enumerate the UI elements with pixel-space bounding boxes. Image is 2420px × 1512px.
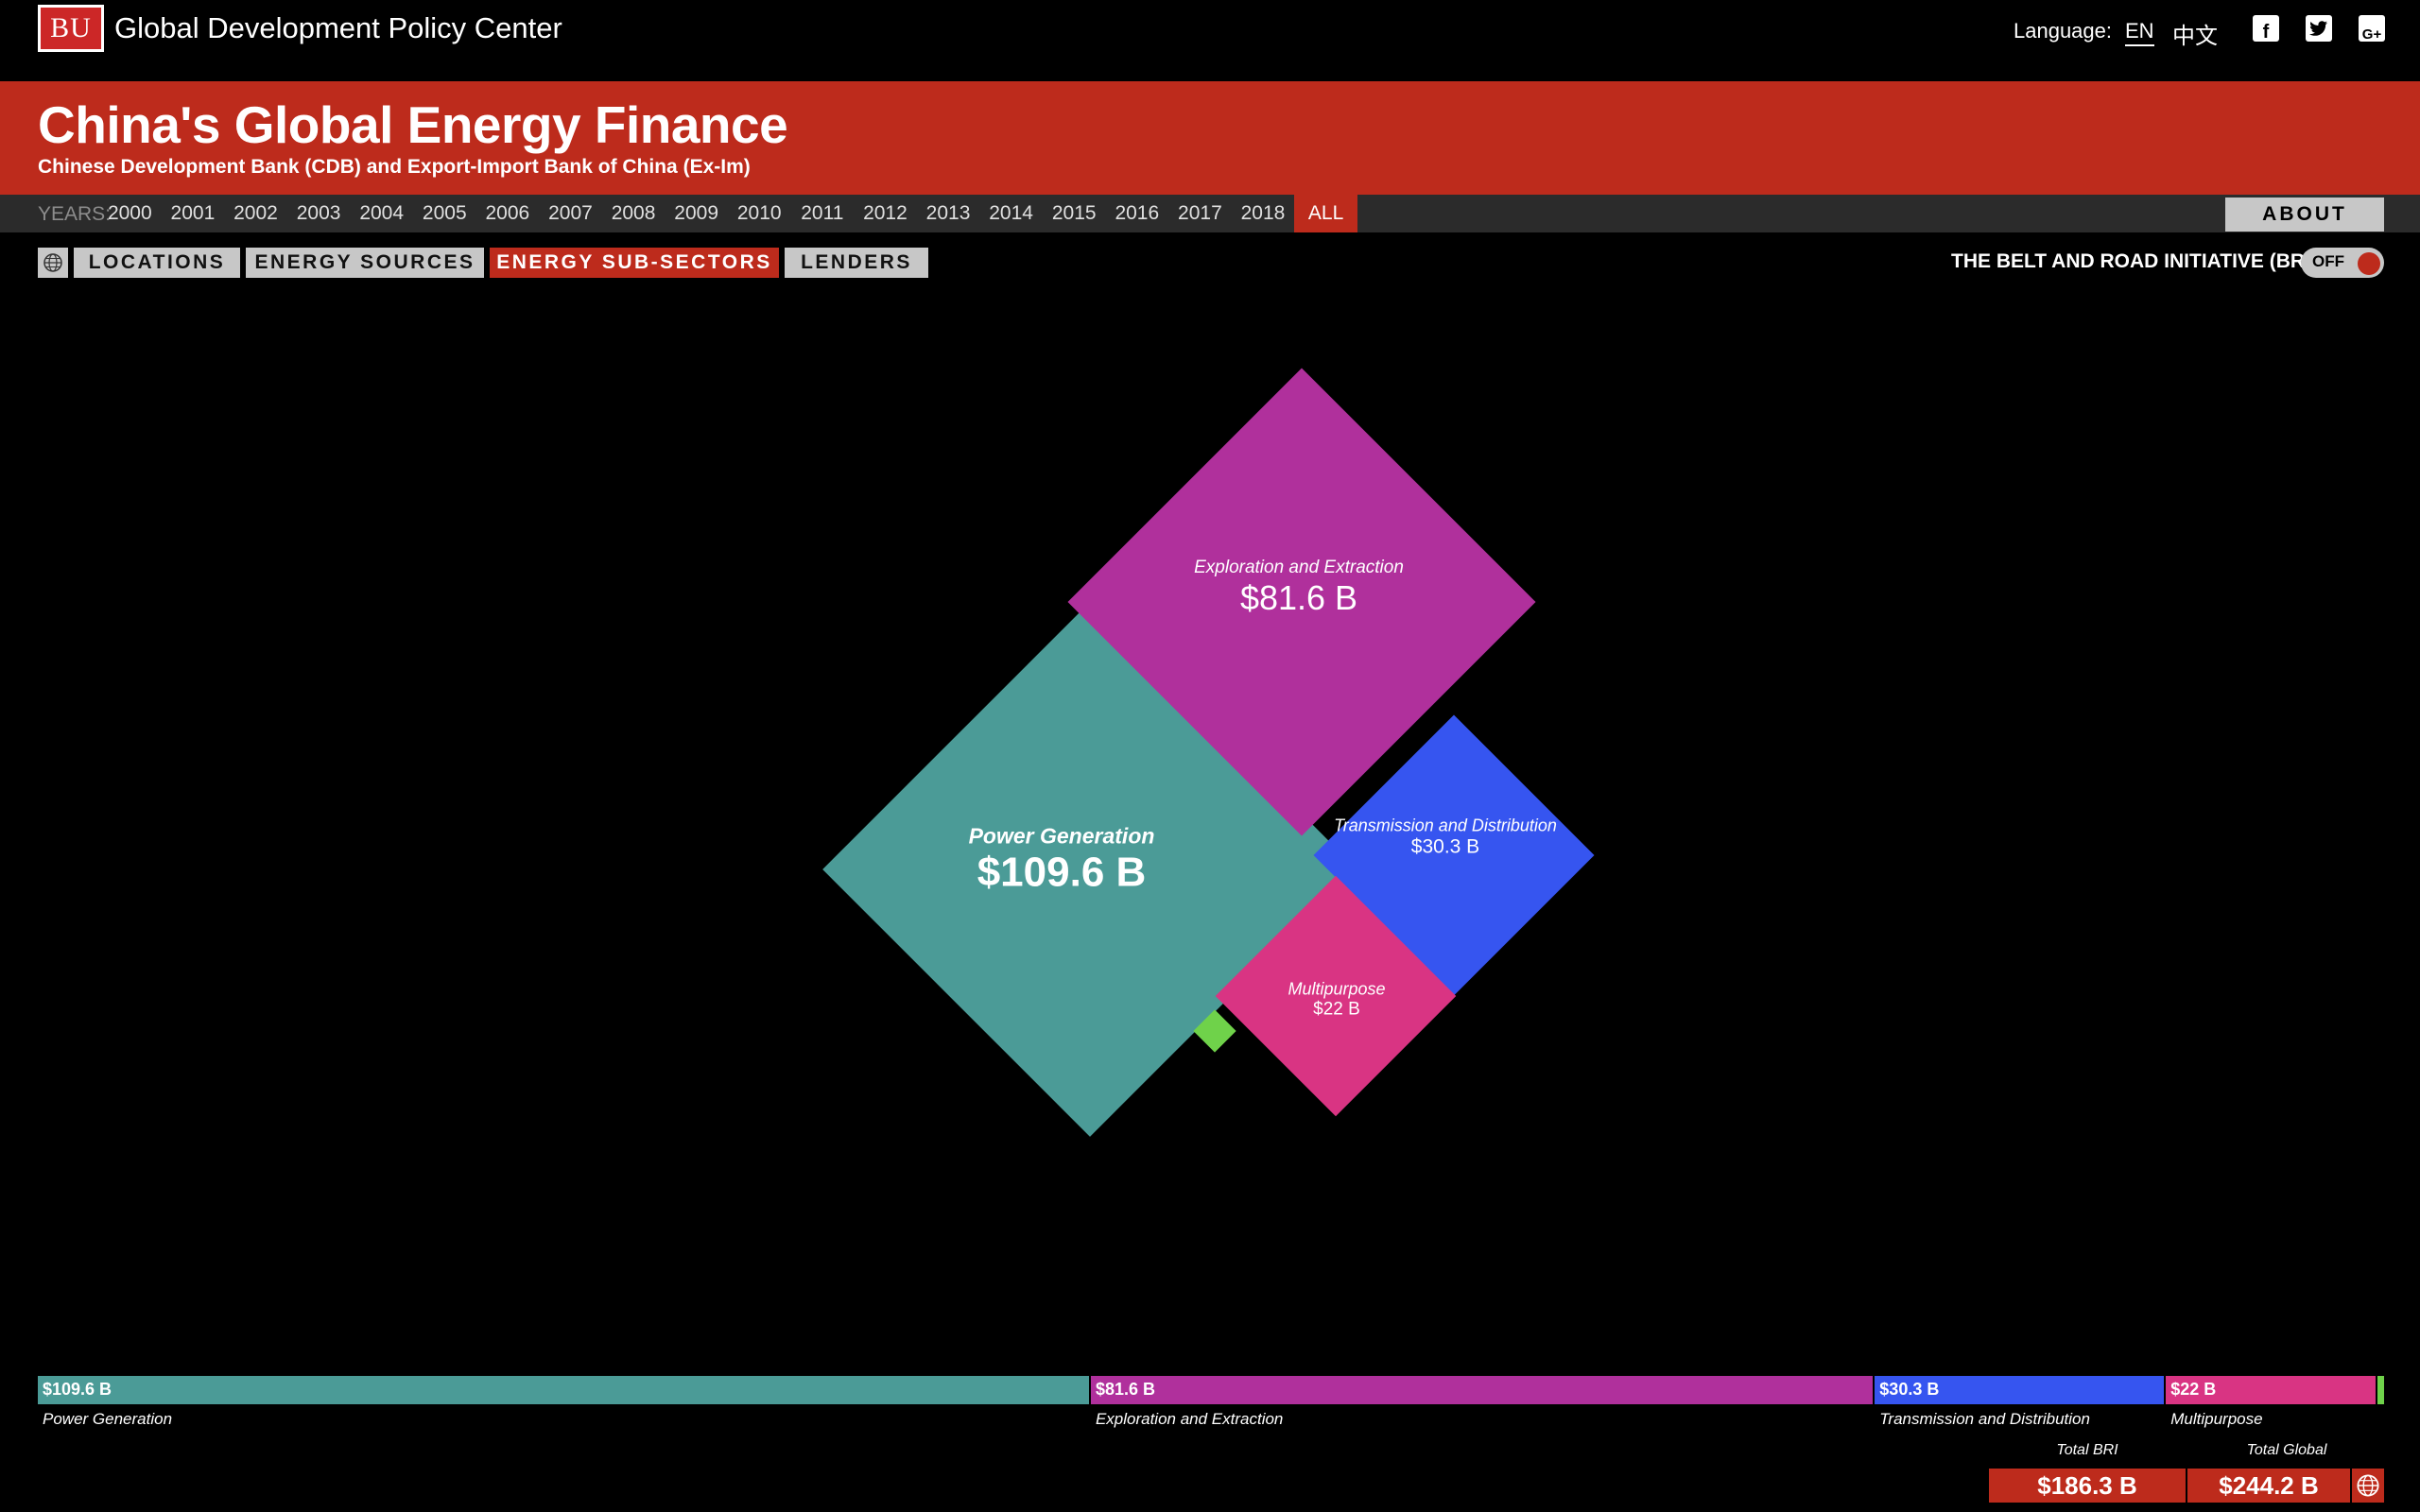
sector-value: $81.6 B (1239, 578, 1358, 617)
about-button[interactable]: ABOUT (2225, 198, 2384, 232)
sector-value: $109.6 B (977, 849, 1147, 896)
language-label: Language: (2014, 19, 2112, 43)
sector-value: $30.3 B (1410, 835, 1480, 858)
bar-segment[interactable]: $30.3 B Transmission and Distribution (1875, 1376, 2167, 1428)
bar-segment-value: $81.6 B (1095, 1380, 1155, 1399)
year-2018[interactable]: 2018 (1232, 195, 1295, 232)
bri-label: THE BELT AND ROAD INITIATIVE (BRI) (1951, 250, 2317, 272)
page-subtitle: Chinese Development Bank (CDB) and Expor… (38, 156, 751, 178)
bar-segment-name: Transmission and Distribution (1879, 1410, 2090, 1428)
year-2011[interactable]: 2011 (791, 195, 855, 232)
bar-segment[interactable] (2377, 1376, 2384, 1404)
globe-icon[interactable] (2352, 1469, 2384, 1503)
tab-locations[interactable]: LOCATIONS (74, 248, 240, 278)
total-bri-value[interactable]: $186.3 B (1989, 1469, 2186, 1503)
sector-label-multipurpose: Multipurpose $22 B (1288, 980, 1385, 1021)
googleplus-icon[interactable]: G+ (2359, 15, 2385, 42)
year-2015[interactable]: 2015 (1043, 195, 1106, 232)
facebook-icon[interactable]: f (2253, 15, 2279, 42)
language-zh-link[interactable]: 中文 (2172, 17, 2218, 50)
bar-segment-name: Multipurpose (2170, 1410, 2263, 1428)
year-2001[interactable]: 2001 (162, 195, 225, 232)
bar-segment[interactable]: $22 B Multipurpose (2166, 1376, 2377, 1428)
sector-label-power-generation: Power Generation $109.6 B (969, 824, 1155, 897)
bri-toggle[interactable]: OFF (2301, 248, 2384, 278)
top-bar: BU Global Development Policy Center Lang… (0, 0, 2420, 81)
sector-label-transmission-distribution: Transmission and Distribution $30.3 B (1334, 816, 1557, 859)
bar-segment-name: Power Generation (43, 1410, 173, 1428)
bar-segment-value: $22 B (2170, 1380, 2217, 1399)
tab-energy-sources[interactable]: ENERGY SOURCES (246, 248, 484, 278)
sector-name: Multipurpose (1288, 979, 1386, 999)
bar-segment-name: Exploration and Extraction (1095, 1410, 1284, 1428)
year-2017[interactable]: 2017 (1168, 195, 1232, 232)
bu-logo[interactable]: BU (38, 5, 104, 52)
year-2003[interactable]: 2003 (287, 195, 351, 232)
year-2016[interactable]: 2016 (1106, 195, 1169, 232)
year-2007[interactable]: 2007 (539, 195, 602, 232)
sector-name: Transmission and Distribution (1334, 816, 1557, 835)
total-global-value[interactable]: $244.2 B (2187, 1469, 2350, 1503)
sector-stacked-bar: $109.6 B Power Generation $81.6 B Explorati… (38, 1376, 2384, 1428)
year-2012[interactable]: 2012 (854, 195, 917, 232)
year-2013[interactable]: 2013 (917, 195, 980, 232)
year-2010[interactable]: 2010 (728, 195, 791, 232)
bri-toggle-text: OFF (2312, 252, 2344, 270)
globe-icon[interactable] (38, 248, 68, 278)
bar-segment-value: $109.6 B (43, 1380, 112, 1399)
bu-logo-text: BU (50, 12, 92, 43)
year-2005[interactable]: 2005 (413, 195, 476, 232)
year-2002[interactable]: 2002 (224, 195, 287, 232)
total-bri-label: Total BRI (2056, 1442, 2118, 1458)
bar-segment-value: $30.3 B (1879, 1380, 1940, 1399)
tab-lenders[interactable]: LENDERS (785, 248, 928, 278)
year-2006[interactable]: 2006 (476, 195, 540, 232)
year-2000[interactable]: 2000 (98, 195, 162, 232)
sector-label-exploration-extraction: Exploration and Extraction $81.6 B (1194, 558, 1404, 618)
years-bar: YEARS: 2000 2001 2002 2003 2004 2005 2006 2007 2… (0, 195, 2420, 232)
sector-name: Exploration and Extraction (1194, 558, 1404, 577)
tab-energy-sub-sectors[interactable]: ENERGY SUB-SECTORS (490, 248, 779, 278)
years-list: 2000 2001 2002 2003 2004 2005 2006 2007 2008 2009… (98, 195, 1357, 232)
language-en-link[interactable]: EN (2125, 19, 2154, 46)
sector-value: $22 B (1313, 999, 1360, 1020)
twitter-icon[interactable] (2306, 15, 2332, 42)
year-2009[interactable]: 2009 (665, 195, 728, 232)
sector-name: Power Generation (968, 823, 1155, 849)
total-global-label: Total Global (2246, 1442, 2327, 1458)
bri-toggle-knob (2358, 252, 2380, 275)
bar-segment[interactable]: $81.6 B Exploration and Extraction (1090, 1376, 1876, 1428)
year-2014[interactable]: 2014 (979, 195, 1043, 232)
page-title: China's Global Energy Finance (38, 95, 788, 154)
page-header: China's Global Energy Finance Chinese De… (0, 81, 2420, 195)
org-name[interactable]: Global Development Policy Center (114, 11, 562, 45)
year-2004[interactable]: 2004 (350, 195, 413, 232)
bar-segment[interactable]: $109.6 B Power Generation (38, 1376, 1091, 1428)
year-2008[interactable]: 2008 (602, 195, 666, 232)
year-all[interactable]: ALL (1294, 195, 1357, 232)
